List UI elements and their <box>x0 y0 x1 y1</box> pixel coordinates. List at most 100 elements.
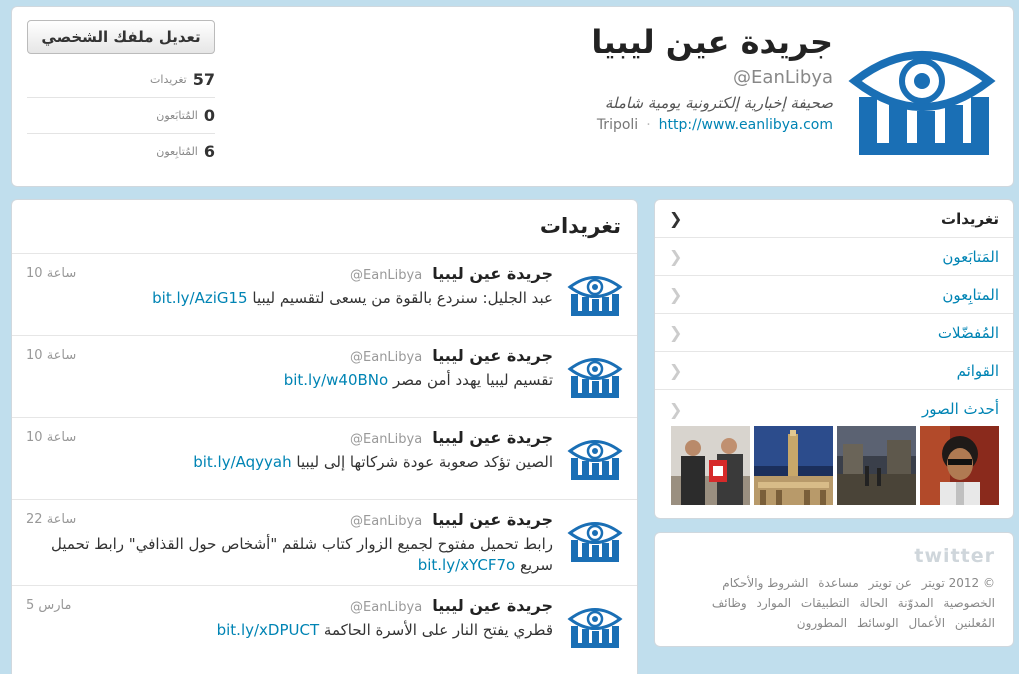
tweet-timestamp[interactable]: 10 ساعة <box>26 348 76 363</box>
stat-followers[interactable]: المُتابِعون 6 <box>27 133 215 169</box>
stat-tweets-count: 57 <box>192 69 215 89</box>
profile-name: جريدة عين ليبيا <box>591 23 833 61</box>
footer-link-status[interactable]: الحالة <box>859 596 887 610</box>
tweet-text-content: عبد الجليل: سنردع بالقوة من يسعى لتقسيم … <box>252 289 553 307</box>
tweet-author-handle[interactable]: @EanLibya <box>350 350 422 365</box>
nav-item-label: القوائم <box>956 361 999 380</box>
chevron-left-icon: ❯ <box>669 247 683 266</box>
nav-item-following[interactable]: ❯ المَتابَعون <box>655 238 1013 276</box>
tweet-link[interactable]: bit.ly/AziG15 <box>152 289 247 307</box>
tweet-text: قطري يفتح النار على الأسرة الحاكمة bit.l… <box>33 620 553 641</box>
footer-link-about[interactable]: عن تويتر <box>869 576 912 590</box>
tweet-author-handle[interactable]: @EanLibya <box>350 432 422 447</box>
nav-item-label: المَتابَعون <box>942 247 999 266</box>
tweet-avatar[interactable] <box>567 270 623 318</box>
recent-images-strip <box>671 426 999 506</box>
tweet-link[interactable]: bit.ly/Aqyyah <box>193 453 291 471</box>
tweets-title: تغريدات <box>539 214 621 238</box>
profile-location: Tripoli <box>596 117 639 133</box>
nav-item-recent-images[interactable]: ❯ أحدث الصور <box>655 390 1013 428</box>
tweet-author-handle[interactable]: @EanLibya <box>350 268 422 283</box>
stat-following[interactable]: المُتابَعون 0 <box>27 97 215 133</box>
footer-link-media[interactable]: الوسائط <box>857 616 899 630</box>
tweet-link[interactable]: bit.ly/xYCF7o <box>418 556 515 574</box>
tweet-item[interactable]: جريدة عين ليبيا @EanLibya 5 مارس قطري يفت… <box>12 585 637 667</box>
edit-profile-button[interactable]: تعديل ملفك الشخصي <box>27 20 215 54</box>
stat-tweets-label: تغريدات <box>150 72 187 86</box>
tweet-author-name[interactable]: جريدة عين ليبيا <box>432 510 553 529</box>
tweet-text-content: تقسيم ليبيا يهدد أمن مصر <box>392 371 553 389</box>
nav-item-label: أحدث الصور <box>922 400 999 418</box>
profile-handle: @EanLibya <box>733 67 833 88</box>
recent-image-thumb[interactable] <box>671 426 750 505</box>
footer-link-blog[interactable]: المدوّنة <box>898 596 934 610</box>
tweet-text: الصين تؤكد صعوبة عودة شركاتها إلى ليبيا … <box>33 452 553 473</box>
tweet-avatar[interactable] <box>567 602 623 650</box>
tweet-link[interactable]: bit.ly/xDPUCT <box>217 621 320 639</box>
recent-image-thumb[interactable] <box>920 426 999 505</box>
tweet-link[interactable]: bit.ly/w40BNo <box>284 371 388 389</box>
tweet-timestamp[interactable]: 10 ساعة <box>26 430 76 445</box>
nav-item-favorites[interactable]: ❯ المُفضّلات <box>655 314 1013 352</box>
tweet-author-name[interactable]: جريدة عين ليبيا <box>432 346 553 365</box>
footer-link-advertisers[interactable]: المُعلنين <box>955 616 995 630</box>
chevron-left-icon: ❯ <box>669 399 683 419</box>
footer-copyright: © 2012 تويتر <box>921 576 995 590</box>
stat-following-label: المُتابَعون <box>156 109 198 122</box>
chevron-left-icon: ❯ <box>669 285 683 304</box>
tweet-author-handle[interactable]: @EanLibya <box>350 514 422 529</box>
nav-item-label: المُفضّلات <box>937 323 999 342</box>
tweet-avatar[interactable] <box>567 434 623 482</box>
footer-link-business[interactable]: الأعمال <box>908 616 945 630</box>
profile-meta: Tripoli · http://www.eanlibya.com <box>597 117 833 133</box>
footer-link-apps[interactable]: التطبيقات <box>801 596 850 610</box>
recent-image-thumb[interactable] <box>837 426 916 505</box>
tweet-author-name[interactable]: جريدة عين ليبيا <box>432 596 553 615</box>
tweet-author-name[interactable]: جريدة عين ليبيا <box>432 264 553 283</box>
tweet-text: تقسيم ليبيا يهدد أمن مصر bit.ly/w40BNo <box>33 370 553 391</box>
stat-following-count: 0 <box>203 106 215 125</box>
stat-followers-count: 6 <box>203 142 215 161</box>
tweet-item[interactable]: جريدة عين ليبيا @EanLibya 22 ساعة رابط تح… <box>12 499 637 585</box>
profile-nav: ❯ تغريدات ❯ المَتابَعون ❯ المتابِعون ❯ ا… <box>654 199 1014 519</box>
site-footer: twitter © 2012 تويتر عن تويتر مساعدة الش… <box>654 532 1014 647</box>
footer-link-developers[interactable]: المطورون <box>797 616 847 630</box>
stat-tweets[interactable]: تغريدات 57 <box>27 61 215 97</box>
recent-image-thumb[interactable] <box>754 426 833 505</box>
tweet-text: عبد الجليل: سنردع بالقوة من يسعى لتقسيم … <box>33 288 553 309</box>
meta-separator: · <box>646 117 651 133</box>
tweet-text-content: قطري يفتح النار على الأسرة الحاكمة <box>323 621 553 639</box>
tweet-text: رابط تحميل مفتوح لجميع الزوار كتاب شلقم … <box>33 534 553 576</box>
tweet-timestamp[interactable]: 10 ساعة <box>26 266 76 281</box>
nav-item-lists[interactable]: ❯ القوائم <box>655 352 1013 390</box>
profile-url-link[interactable]: http://www.eanlibya.com <box>659 117 833 133</box>
nav-item-label: تغريدات <box>941 209 999 228</box>
tweet-author-name[interactable]: جريدة عين ليبيا <box>432 428 553 447</box>
footer-link-privacy[interactable]: الخصوصية <box>943 596 995 610</box>
nav-item-tweets[interactable]: ❯ تغريدات <box>655 200 1013 238</box>
chevron-left-icon: ❯ <box>669 323 683 342</box>
tweet-item[interactable]: جريدة عين ليبيا @EanLibya 10 ساعة تقسيم ل… <box>12 335 637 417</box>
tweet-item[interactable]: جريدة عين ليبيا @EanLibya 10 ساعة عبد الج… <box>12 253 637 335</box>
nav-item-followers[interactable]: ❯ المتابِعون <box>655 276 1013 314</box>
twitter-logo: twitter <box>914 545 995 567</box>
tweet-avatar[interactable] <box>567 352 623 400</box>
chevron-left-icon: ❯ <box>669 209 683 228</box>
footer-link-jobs[interactable]: وظائف <box>712 596 747 610</box>
tweets-panel: تغريدات جريدة عين ليبيا @EanLibya 10 ساعة… <box>11 199 638 674</box>
stat-followers-label: المُتابِعون <box>156 145 198 158</box>
footer-link-help[interactable]: مساعدة <box>818 576 859 590</box>
tweet-item[interactable]: جريدة عين ليبيا @EanLibya 10 ساعة الصين ت… <box>12 417 637 499</box>
chevron-left-icon: ❯ <box>669 361 683 380</box>
footer-links: © 2012 تويتر عن تويتر مساعدة الشروط والأ… <box>675 573 995 633</box>
profile-bio: صحيفة إخبارية إلكترونية يومية شاملة <box>604 94 833 112</box>
tweet-avatar[interactable] <box>567 516 623 564</box>
profile-avatar[interactable] <box>847 35 997 163</box>
footer-link-resources[interactable]: الموارد <box>756 596 791 610</box>
tweet-timestamp[interactable]: 22 ساعة <box>26 512 76 527</box>
tweet-author-handle[interactable]: @EanLibya <box>350 600 422 615</box>
profile-header: جريدة عين ليبيا @EanLibya صحيفة إخبارية … <box>11 6 1014 187</box>
tweet-timestamp[interactable]: 5 مارس <box>26 598 71 613</box>
nav-item-label: المتابِعون <box>942 285 999 304</box>
footer-link-terms[interactable]: الشروط والأحكام <box>722 576 808 590</box>
